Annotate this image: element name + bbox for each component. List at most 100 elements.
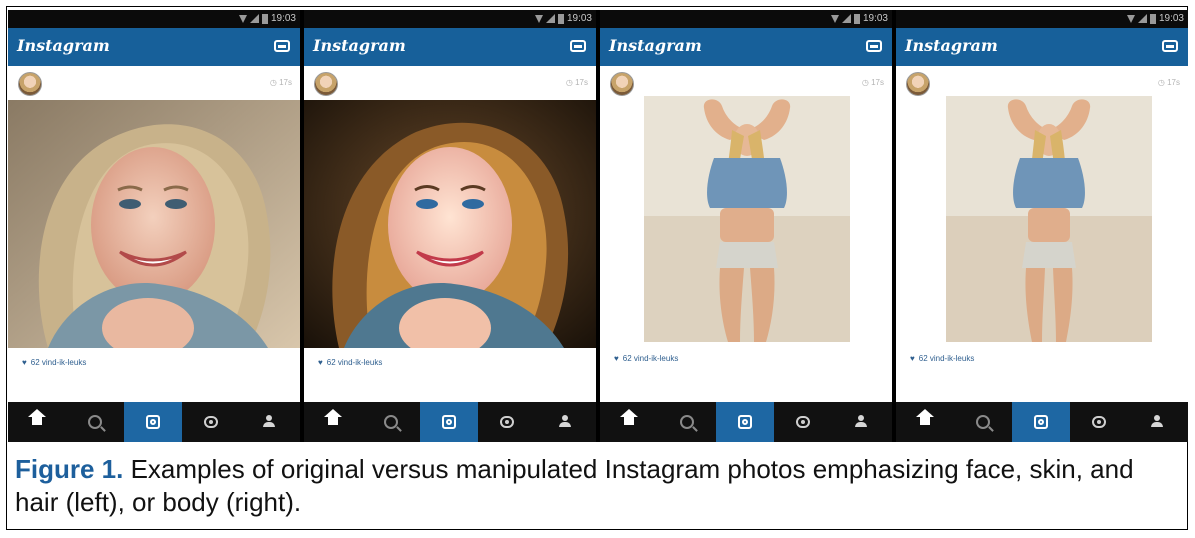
status-time: 19:03 bbox=[270, 13, 296, 24]
tab-profile[interactable] bbox=[1128, 402, 1186, 442]
post-timestamp: ◷ 17s bbox=[1157, 78, 1180, 87]
body-photo-svg bbox=[644, 96, 850, 342]
tab-camera[interactable] bbox=[124, 402, 182, 442]
figure-label: Figure 1. bbox=[15, 454, 124, 484]
brand-logo: Instagram bbox=[609, 36, 702, 55]
news-icon bbox=[1092, 416, 1106, 428]
tab-news[interactable] bbox=[1070, 402, 1128, 442]
heart-icon: ♥ bbox=[910, 354, 915, 363]
post-timestamp: ◷ 17s bbox=[861, 78, 884, 87]
search-icon bbox=[88, 415, 102, 429]
tab-camera[interactable] bbox=[716, 402, 774, 442]
news-icon bbox=[500, 416, 514, 428]
tab-news[interactable] bbox=[478, 402, 536, 442]
status-icons: 19:03 bbox=[830, 13, 888, 24]
avatar[interactable] bbox=[314, 72, 338, 96]
post-photo-manipulated-selfie[interactable] bbox=[304, 100, 596, 348]
brand-logo: Instagram bbox=[905, 36, 998, 55]
tab-bar bbox=[8, 402, 300, 442]
heart-icon: ♥ bbox=[22, 358, 27, 367]
phone-screens: 19:03 Instagram ◷ 17s ♥ 62 vind-ik-leuks… bbox=[8, 10, 1188, 442]
signal-icon bbox=[249, 14, 259, 23]
post-header: ◷ 17s bbox=[304, 66, 596, 100]
like-row[interactable]: ♥ 62 vind-ik-leuks bbox=[22, 358, 86, 367]
tab-home[interactable] bbox=[896, 402, 954, 442]
battery-icon bbox=[261, 13, 268, 24]
post-photo-original-selfie[interactable] bbox=[8, 100, 300, 348]
wifi-icon bbox=[830, 14, 839, 23]
status-bar: 19:03 bbox=[896, 10, 1188, 28]
home-icon bbox=[324, 409, 342, 428]
tab-search[interactable] bbox=[954, 402, 1012, 442]
phone-screen-2: 19:03 Instagram ◷ 17s ♥ 62 vind-ik-leuks bbox=[304, 10, 596, 442]
battery-icon bbox=[557, 13, 564, 24]
signal-icon bbox=[545, 14, 555, 23]
home-icon bbox=[620, 409, 638, 428]
profile-icon bbox=[558, 415, 572, 429]
like-row[interactable]: ♥ 62 vind-ik-leuks bbox=[910, 354, 974, 363]
like-row[interactable]: ♥ 62 vind-ik-leuks bbox=[614, 354, 678, 363]
wifi-icon bbox=[1126, 14, 1135, 23]
post-timestamp: ◷ 17s bbox=[565, 78, 588, 87]
post-photo-original-body[interactable] bbox=[644, 96, 850, 342]
figure-caption: Figure 1. Examples of original versus ma… bbox=[15, 453, 1175, 519]
body-photo-svg bbox=[946, 96, 1152, 342]
tab-news[interactable] bbox=[774, 402, 832, 442]
tab-search[interactable] bbox=[658, 402, 716, 442]
like-row[interactable]: ♥ 62 vind-ik-leuks bbox=[318, 358, 382, 367]
camera-icon bbox=[1034, 415, 1048, 429]
avatar[interactable] bbox=[18, 72, 42, 96]
selfie-photo-svg bbox=[304, 100, 596, 348]
status-icons: 19:03 bbox=[534, 13, 592, 24]
battery-icon bbox=[1149, 13, 1156, 24]
like-count: 62 vind-ik-leuks bbox=[622, 354, 679, 363]
inbox-icon[interactable] bbox=[274, 40, 290, 52]
status-time: 19:03 bbox=[1158, 13, 1184, 24]
tab-bar bbox=[896, 402, 1188, 442]
tab-home[interactable] bbox=[8, 402, 66, 442]
status-bar: 19:03 bbox=[8, 10, 300, 28]
home-icon bbox=[916, 409, 934, 428]
brand-logo: Instagram bbox=[313, 36, 406, 55]
tab-bar bbox=[600, 402, 892, 442]
status-time: 19:03 bbox=[566, 13, 592, 24]
status-icons: 19:03 bbox=[1126, 13, 1184, 24]
news-icon bbox=[796, 416, 810, 428]
battery-icon bbox=[853, 13, 860, 24]
inbox-icon[interactable] bbox=[1162, 40, 1178, 52]
post-photo-manipulated-body[interactable] bbox=[946, 96, 1152, 342]
post-header: ◷ 17s bbox=[600, 66, 892, 100]
wifi-icon bbox=[238, 14, 247, 23]
search-icon bbox=[976, 415, 990, 429]
status-bar: 19:03 bbox=[304, 10, 596, 28]
inbox-icon[interactable] bbox=[570, 40, 586, 52]
status-time: 19:03 bbox=[862, 13, 888, 24]
news-icon bbox=[204, 416, 218, 428]
heart-icon: ♥ bbox=[614, 354, 619, 363]
brand-logo: Instagram bbox=[17, 36, 110, 55]
post-timestamp: ◷ 17s bbox=[269, 78, 292, 87]
phone-screen-4: 19:03 Instagram ◷ 17s ♥ 62 vind-ik-leuks bbox=[896, 10, 1188, 442]
tab-profile[interactable] bbox=[832, 402, 890, 442]
avatar[interactable] bbox=[610, 72, 634, 96]
like-count: 62 vind-ik-leuks bbox=[918, 354, 975, 363]
inbox-icon[interactable] bbox=[866, 40, 882, 52]
tab-search[interactable] bbox=[66, 402, 124, 442]
tab-camera[interactable] bbox=[1012, 402, 1070, 442]
tab-home[interactable] bbox=[600, 402, 658, 442]
tab-search[interactable] bbox=[362, 402, 420, 442]
app-bar: Instagram bbox=[600, 28, 892, 66]
tab-camera[interactable] bbox=[420, 402, 478, 442]
profile-icon bbox=[1150, 415, 1164, 429]
profile-icon bbox=[854, 415, 868, 429]
tab-bar bbox=[304, 402, 596, 442]
tab-home[interactable] bbox=[304, 402, 362, 442]
avatar[interactable] bbox=[906, 72, 930, 96]
selfie-photo-svg bbox=[8, 100, 300, 348]
tab-profile[interactable] bbox=[536, 402, 594, 442]
phone-screen-1: 19:03 Instagram ◷ 17s ♥ 62 vind-ik-leuks bbox=[8, 10, 300, 442]
like-count: 62 vind-ik-leuks bbox=[326, 358, 383, 367]
status-bar: 19:03 bbox=[600, 10, 892, 28]
tab-news[interactable] bbox=[182, 402, 240, 442]
tab-profile[interactable] bbox=[240, 402, 298, 442]
